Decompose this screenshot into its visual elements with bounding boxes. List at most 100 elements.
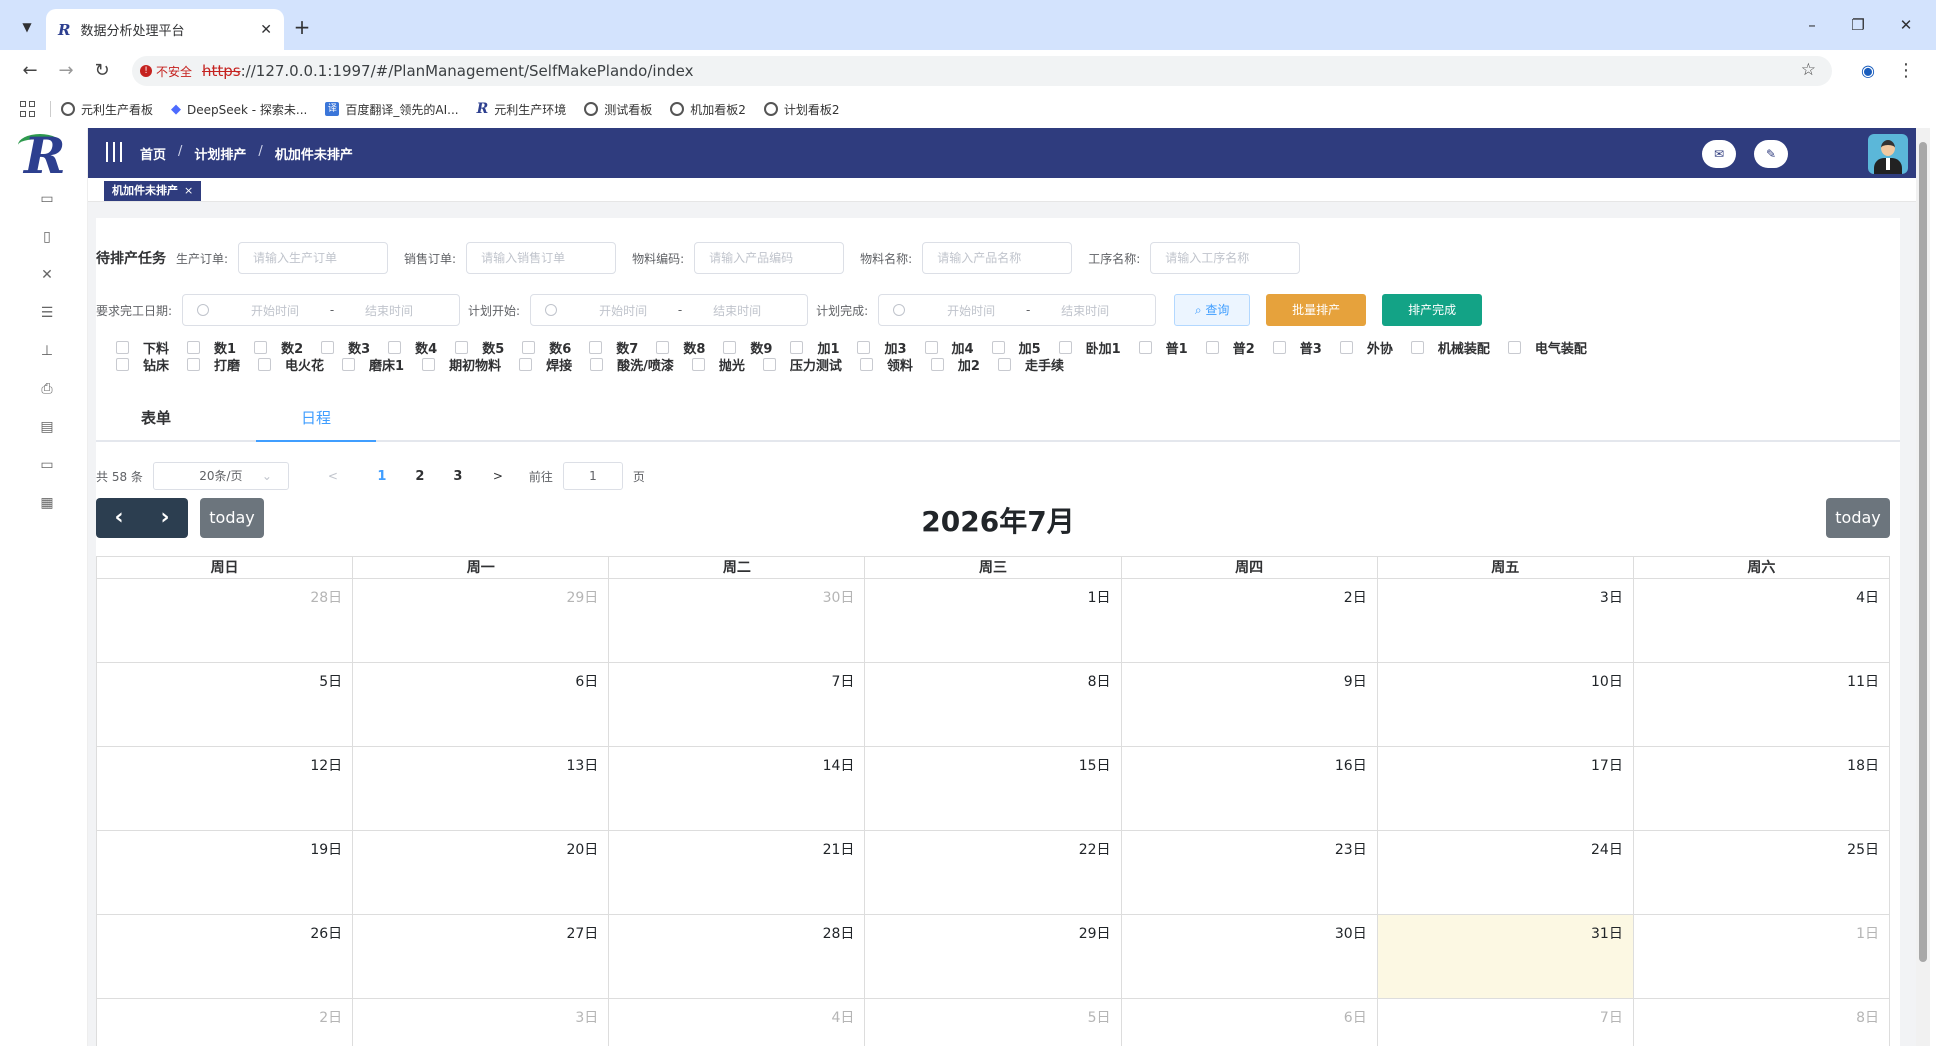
calendar-day[interactable]: 3日 <box>353 999 610 1046</box>
close-tag-icon[interactable]: × <box>184 184 193 197</box>
security-warning[interactable]: ! 不安全 <box>140 63 192 80</box>
calendar-day[interactable]: 21日 <box>609 831 866 915</box>
checkbox-icon[interactable] <box>997 358 1011 371</box>
calendar-day[interactable]: 7日 <box>1378 999 1634 1046</box>
bookmark-item[interactable]: 译百度翻译_领先的AI... <box>325 101 459 118</box>
calendar-day[interactable]: 28日 <box>609 915 866 999</box>
close-tab-icon[interactable]: ✕ <box>260 22 272 38</box>
tab-form[interactable]: 表单 <box>96 398 216 442</box>
goto-page-input[interactable]: 1 <box>562 462 623 490</box>
breadcrumb-home[interactable]: 首页 <box>140 144 166 163</box>
checkbox-icon[interactable] <box>1138 341 1152 354</box>
process-checkbox[interactable]: 加2 <box>930 355 980 374</box>
checkbox-icon[interactable] <box>590 358 604 371</box>
calendar-day[interactable]: 15日 <box>865 747 1122 831</box>
calendar-day[interactable]: 28日 <box>97 579 354 663</box>
calendar-day[interactable]: 8日 <box>1634 999 1890 1046</box>
process-checkbox[interactable]: 钻床 <box>116 355 169 374</box>
checkbox-icon[interactable] <box>258 358 272 371</box>
calendar-icon[interactable]: ▦ <box>38 494 56 512</box>
next-month-icon[interactable]: › <box>142 498 188 538</box>
production-order-input[interactable]: 请输入生产订单 <box>238 242 389 274</box>
calendar-day[interactable]: 3日 <box>1377 579 1634 663</box>
calendar-day[interactable]: 5日 <box>97 663 354 747</box>
calendar-day[interactable]: 18日 <box>1633 747 1890 831</box>
checkbox-icon[interactable] <box>691 358 705 371</box>
edit-icon[interactable]: ✎ <box>1754 140 1788 168</box>
checkbox-icon[interactable] <box>1058 341 1072 354</box>
checkbox-icon[interactable] <box>455 341 469 354</box>
url-bar[interactable]: ! 不安全 https ://127.0.0.1:1997/#/PlanMana… <box>132 56 1832 86</box>
next-page-icon[interactable]: > <box>477 469 519 483</box>
back-icon[interactable]: ← <box>18 59 42 83</box>
calendar-day[interactable]: 5日 <box>865 999 1122 1046</box>
material-name-input[interactable]: 请输入产品名称 <box>922 242 1073 274</box>
calendar-day[interactable]: 6日 <box>1122 999 1378 1046</box>
checkbox-icon[interactable] <box>522 341 536 354</box>
calendar-day-today[interactable]: 31日 <box>1377 915 1634 999</box>
checkbox-icon[interactable] <box>930 358 944 371</box>
monitor-icon[interactable]: ▭ <box>38 190 56 208</box>
menu-toggle-icon[interactable] <box>106 142 122 162</box>
process-checkbox[interactable]: 酸洗/喷漆 <box>590 355 674 374</box>
calendar-day[interactable]: 26日 <box>97 915 354 999</box>
calendar-day[interactable]: 11日 <box>1633 663 1890 747</box>
bookmark-item[interactable]: ◆ DeepSeek - 探索未... <box>171 101 307 118</box>
page-3[interactable]: 3 <box>439 469 477 484</box>
checkbox-icon[interactable] <box>187 341 201 354</box>
bookmark-item[interactable]: 机加看板2 <box>670 101 746 118</box>
page-scrollbar[interactable] <box>1916 128 1930 1046</box>
calendar-day[interactable]: 30日 <box>609 579 866 663</box>
page-2[interactable]: 2 <box>401 469 439 484</box>
checkbox-icon[interactable] <box>388 341 402 354</box>
calendar-day[interactable]: 29日 <box>865 915 1122 999</box>
restore-icon[interactable]: ❐ <box>1846 16 1870 34</box>
calendar-day[interactable]: 22日 <box>865 831 1122 915</box>
tab-schedule[interactable]: 日程 <box>256 398 376 442</box>
process-checkbox[interactable]: 普2 <box>1205 338 1255 357</box>
checkbox-icon[interactable] <box>857 341 871 354</box>
checkbox-icon[interactable] <box>1507 341 1521 354</box>
tools-icon[interactable]: ✕ <box>38 266 56 284</box>
checkbox-icon[interactable] <box>321 341 335 354</box>
prev-page-icon[interactable]: < <box>303 469 363 483</box>
checkbox-icon[interactable] <box>790 341 804 354</box>
calendar-day[interactable]: 29日 <box>353 579 610 663</box>
scrollbar-thumb[interactable] <box>1919 142 1927 962</box>
checkbox-icon[interactable] <box>924 341 938 354</box>
bookmark-star-icon[interactable]: ☆ <box>1801 60 1816 80</box>
today-button-right[interactable]: today <box>1826 498 1890 538</box>
checkbox-icon[interactable] <box>1410 341 1424 354</box>
calendar-day[interactable]: 27日 <box>353 915 610 999</box>
calendar-day[interactable]: 9日 <box>1121 663 1378 747</box>
process-checkbox[interactable]: 焊接 <box>519 355 572 374</box>
calendar-day[interactable]: 12日 <box>97 747 354 831</box>
material-code-input[interactable]: 请输入产品编码 <box>694 242 845 274</box>
apps-grid-icon[interactable] <box>20 101 36 117</box>
calendar-day[interactable]: 10日 <box>1377 663 1634 747</box>
plan-start-range[interactable]: 开始时间 - 结束时间 <box>530 294 809 326</box>
report-icon[interactable]: ▤ <box>38 418 56 436</box>
schedule-complete-button[interactable]: 排产完成 <box>1382 294 1483 326</box>
process-checkbox[interactable]: 普1 <box>1138 338 1188 357</box>
batch-schedule-button[interactable]: 批量排产 <box>1266 294 1367 326</box>
calendar-day[interactable]: 2日 <box>1121 579 1378 663</box>
checkbox-icon[interactable] <box>116 341 129 354</box>
calendar-day[interactable]: 6日 <box>353 663 610 747</box>
process-name-input[interactable]: 请输入工序名称 <box>1150 242 1301 274</box>
process-checkbox[interactable]: 领料 <box>859 355 913 374</box>
stamp-icon[interactable]: ⊥ <box>38 342 56 360</box>
calendar-day[interactable]: 16日 <box>1121 747 1378 831</box>
tab-search-icon[interactable]: ▼ <box>14 14 40 40</box>
calendar-day[interactable]: 30日 <box>1121 915 1378 999</box>
calendar-day[interactable]: 25日 <box>1633 831 1890 915</box>
calendar-day[interactable]: 1日 <box>1633 915 1890 999</box>
calendar-day[interactable]: 7日 <box>609 663 866 747</box>
calendar-day[interactable]: 13日 <box>353 747 610 831</box>
checkbox-icon[interactable] <box>723 341 737 354</box>
list-icon[interactable]: ☰ <box>38 304 56 322</box>
avatar[interactable] <box>1868 134 1908 174</box>
forward-icon[interactable]: → <box>54 59 78 83</box>
today-button[interactable]: today <box>200 498 264 538</box>
plan-finish-range[interactable]: 开始时间 - 结束时间 <box>878 294 1157 326</box>
